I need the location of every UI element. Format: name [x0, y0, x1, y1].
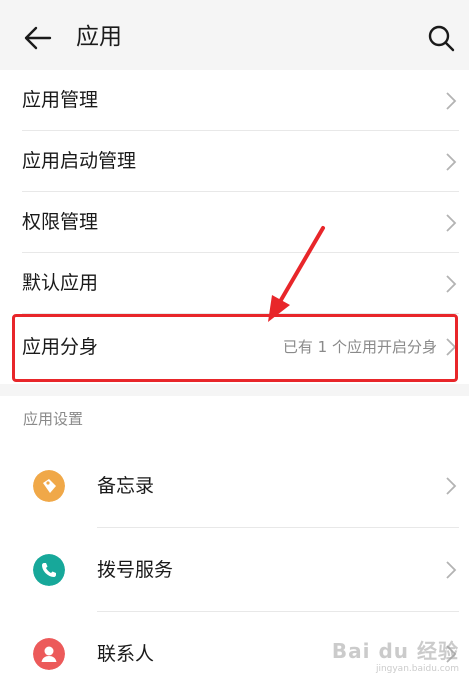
chevron-right-icon — [446, 477, 457, 495]
app-bar: 应用 — [0, 0, 469, 70]
section-divider — [0, 384, 469, 396]
watermark: Bai du 经验 jingyan.baidu.com — [332, 635, 459, 674]
chevron-right-icon — [446, 92, 457, 110]
page-title: 应用 — [76, 24, 122, 50]
menu-item-app-launch-management[interactable]: 应用启动管理 — [22, 131, 459, 192]
app-item-dialer[interactable]: 拨号服务 — [0, 528, 469, 612]
app-name: 备忘录 — [97, 475, 155, 497]
watermark-text: Bai du 经验 — [331, 639, 459, 663]
chevron-right-icon — [446, 214, 457, 232]
app-item-memo[interactable]: 备忘录 — [0, 444, 469, 528]
chevron-right-icon — [446, 275, 457, 293]
memo-tag-icon — [33, 470, 65, 502]
menu-item-label: 默认应用 — [22, 272, 99, 294]
search-icon[interactable] — [425, 22, 457, 54]
contact-person-icon — [33, 638, 65, 670]
menu-item-label: 应用启动管理 — [22, 150, 137, 172]
watermark-sub: jingyan.baidu.com — [375, 664, 459, 674]
menu-item-default-apps[interactable]: 默认应用 — [22, 253, 459, 314]
app-name: 拨号服务 — [97, 559, 174, 581]
menu-item-label: 权限管理 — [22, 211, 99, 233]
chevron-right-icon — [446, 561, 457, 579]
menu-item-label: 应用管理 — [22, 89, 99, 111]
back-arrow-icon[interactable] — [22, 22, 54, 54]
menu-item-permission-management[interactable]: 权限管理 — [22, 192, 459, 253]
highlight-box — [12, 314, 458, 382]
menu-item-app-management[interactable]: 应用管理 — [22, 70, 459, 131]
app-name: 联系人 — [97, 643, 155, 665]
phone-icon — [33, 554, 65, 586]
section-header: 应用设置 — [23, 410, 84, 428]
chevron-right-icon — [446, 153, 457, 171]
